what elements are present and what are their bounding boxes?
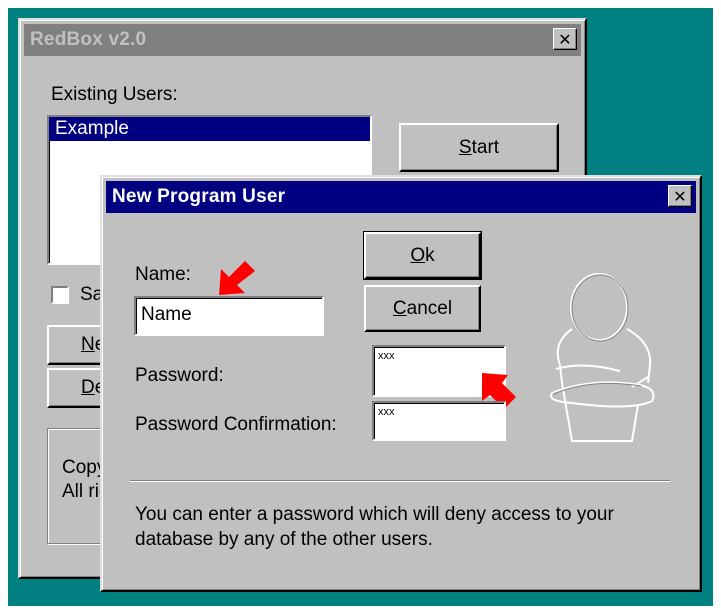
list-item[interactable]: Example [49, 117, 370, 141]
close-icon[interactable]: ✕ [553, 28, 577, 50]
hint-text-line-1: You can enter a password which will deny… [135, 504, 614, 525]
dialog-titlebar: New Program User ✕ [106, 181, 696, 213]
new-program-user-dialog: New Program User ✕ Name: Name Ok Cancel … [100, 175, 702, 592]
close-icon[interactable]: ✕ [668, 185, 692, 207]
password-confirmation-label: Password Confirmation: [135, 414, 337, 435]
desktop: RedBox v2.0 ✕ Existing Users: Example St… [8, 8, 713, 606]
name-input[interactable]: Name [134, 296, 324, 336]
ok-button[interactable]: Ok [363, 231, 482, 280]
existing-users-label: Existing Users: [51, 84, 178, 105]
separator-line [130, 480, 670, 482]
password-confirmation-input-value: xxx [378, 406, 395, 418]
cancel-button-label: Cancel [392, 297, 453, 319]
screenshot-frame: RedBox v2.0 ✕ Existing Users: Example St… [0, 0, 721, 614]
password-confirmation-input[interactable]: xxx [372, 401, 506, 441]
main-window-title: RedBox v2.0 [30, 29, 147, 50]
hint-text-line-2: database by any of the other users. [135, 529, 433, 550]
list-item-label: Example [55, 118, 129, 139]
red-arrow-icon [219, 261, 255, 295]
ok-button-label: Ok [410, 244, 435, 266]
start-button-label: Start [458, 136, 500, 158]
main-titlebar: RedBox v2.0 ✕ [24, 24, 581, 56]
dialog-title: New Program User [112, 186, 286, 207]
password-input-value: xxx [378, 350, 395, 362]
save-password-checkbox[interactable] [51, 286, 69, 304]
start-button[interactable]: Start [399, 123, 559, 172]
person-arms-crossed-icon [550, 273, 655, 442]
password-label: Password: [135, 365, 224, 386]
name-label: Name: [135, 264, 191, 285]
name-input-value: Name [141, 304, 192, 325]
cancel-button[interactable]: Cancel [364, 285, 481, 332]
